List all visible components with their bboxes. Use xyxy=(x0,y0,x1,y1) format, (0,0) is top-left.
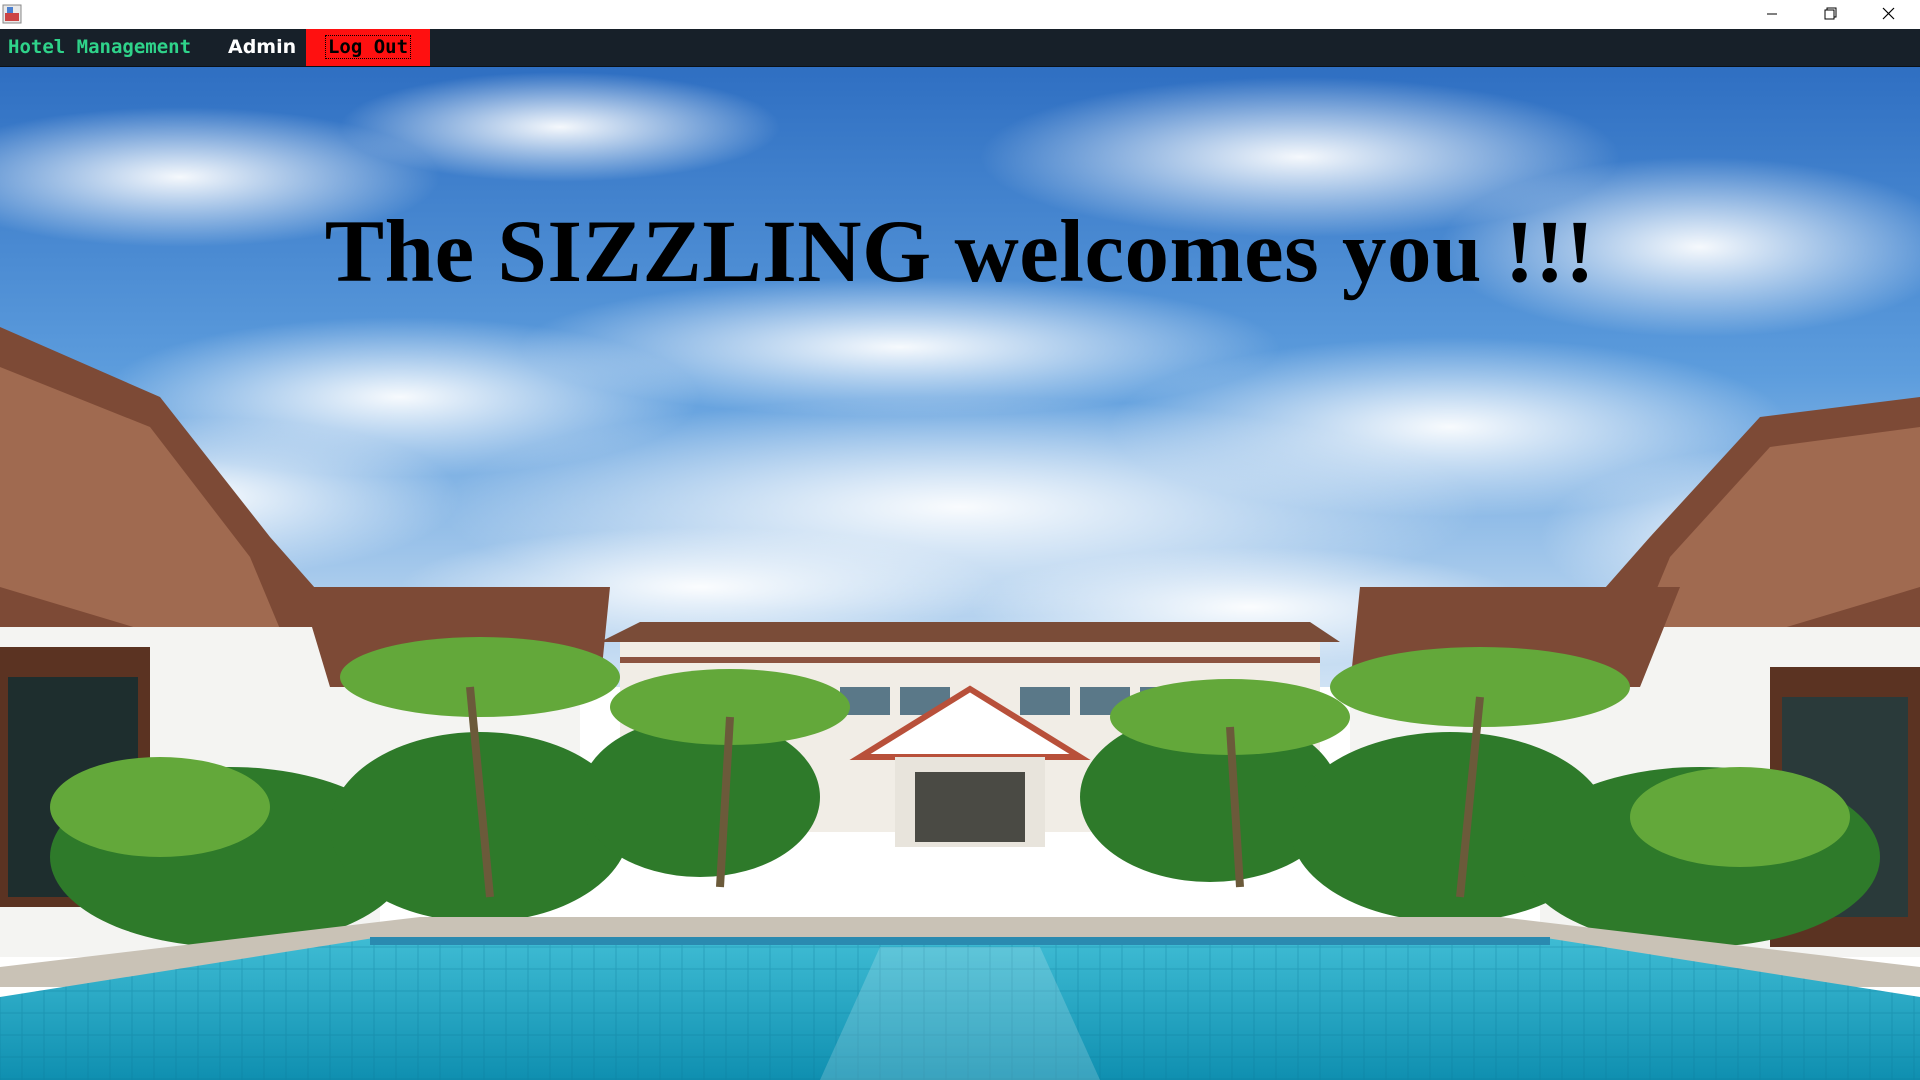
menu-hotel-management[interactable]: Hotel Management xyxy=(8,29,191,66)
window-title-bar xyxy=(0,0,1920,29)
welcome-panel: The SIZZLING welcomes you !!! xyxy=(0,67,1920,1080)
close-icon xyxy=(1882,5,1895,24)
restore-button[interactable] xyxy=(1801,0,1859,29)
logout-label: Log Out xyxy=(324,35,412,59)
menu-bar: Hotel Management Admin Log Out xyxy=(0,29,1920,67)
menu-admin[interactable]: Admin xyxy=(228,29,296,66)
minimize-icon xyxy=(1766,5,1778,24)
welcome-heading: The SIZZLING welcomes you !!! xyxy=(324,203,1596,301)
restore-icon xyxy=(1824,5,1837,24)
close-button[interactable] xyxy=(1859,0,1917,29)
logout-button[interactable]: Log Out xyxy=(306,29,430,66)
java-app-icon xyxy=(2,4,22,24)
minimize-button[interactable] xyxy=(1743,0,1801,29)
